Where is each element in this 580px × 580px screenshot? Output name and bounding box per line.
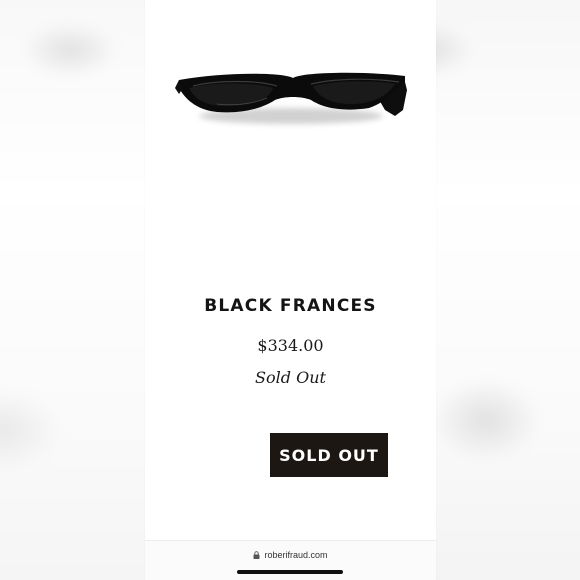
blurred-background-left — [0, 0, 145, 580]
product-title: BLACK FRANCES — [204, 296, 377, 316]
screenshot-stage: BLACK FRANCES $334.00 Sold Out SOLD OUT … — [0, 0, 580, 580]
sunglasses-product-image[interactable] — [173, 58, 413, 138]
product-price: $334.00 — [257, 336, 324, 355]
home-indicator[interactable] — [237, 570, 343, 574]
product-page: BLACK FRANCES $334.00 Sold Out SOLD OUT … — [145, 0, 436, 580]
url-text: roberifraud.com — [264, 550, 328, 560]
browser-url-bar[interactable]: roberifraud.com — [145, 540, 436, 580]
blurred-background-right — [436, 0, 580, 580]
sold-out-button[interactable]: SOLD OUT — [270, 433, 388, 477]
url-row[interactable]: roberifraud.com — [145, 550, 436, 560]
lock-icon — [253, 551, 260, 559]
availability-status: Sold Out — [255, 368, 326, 387]
